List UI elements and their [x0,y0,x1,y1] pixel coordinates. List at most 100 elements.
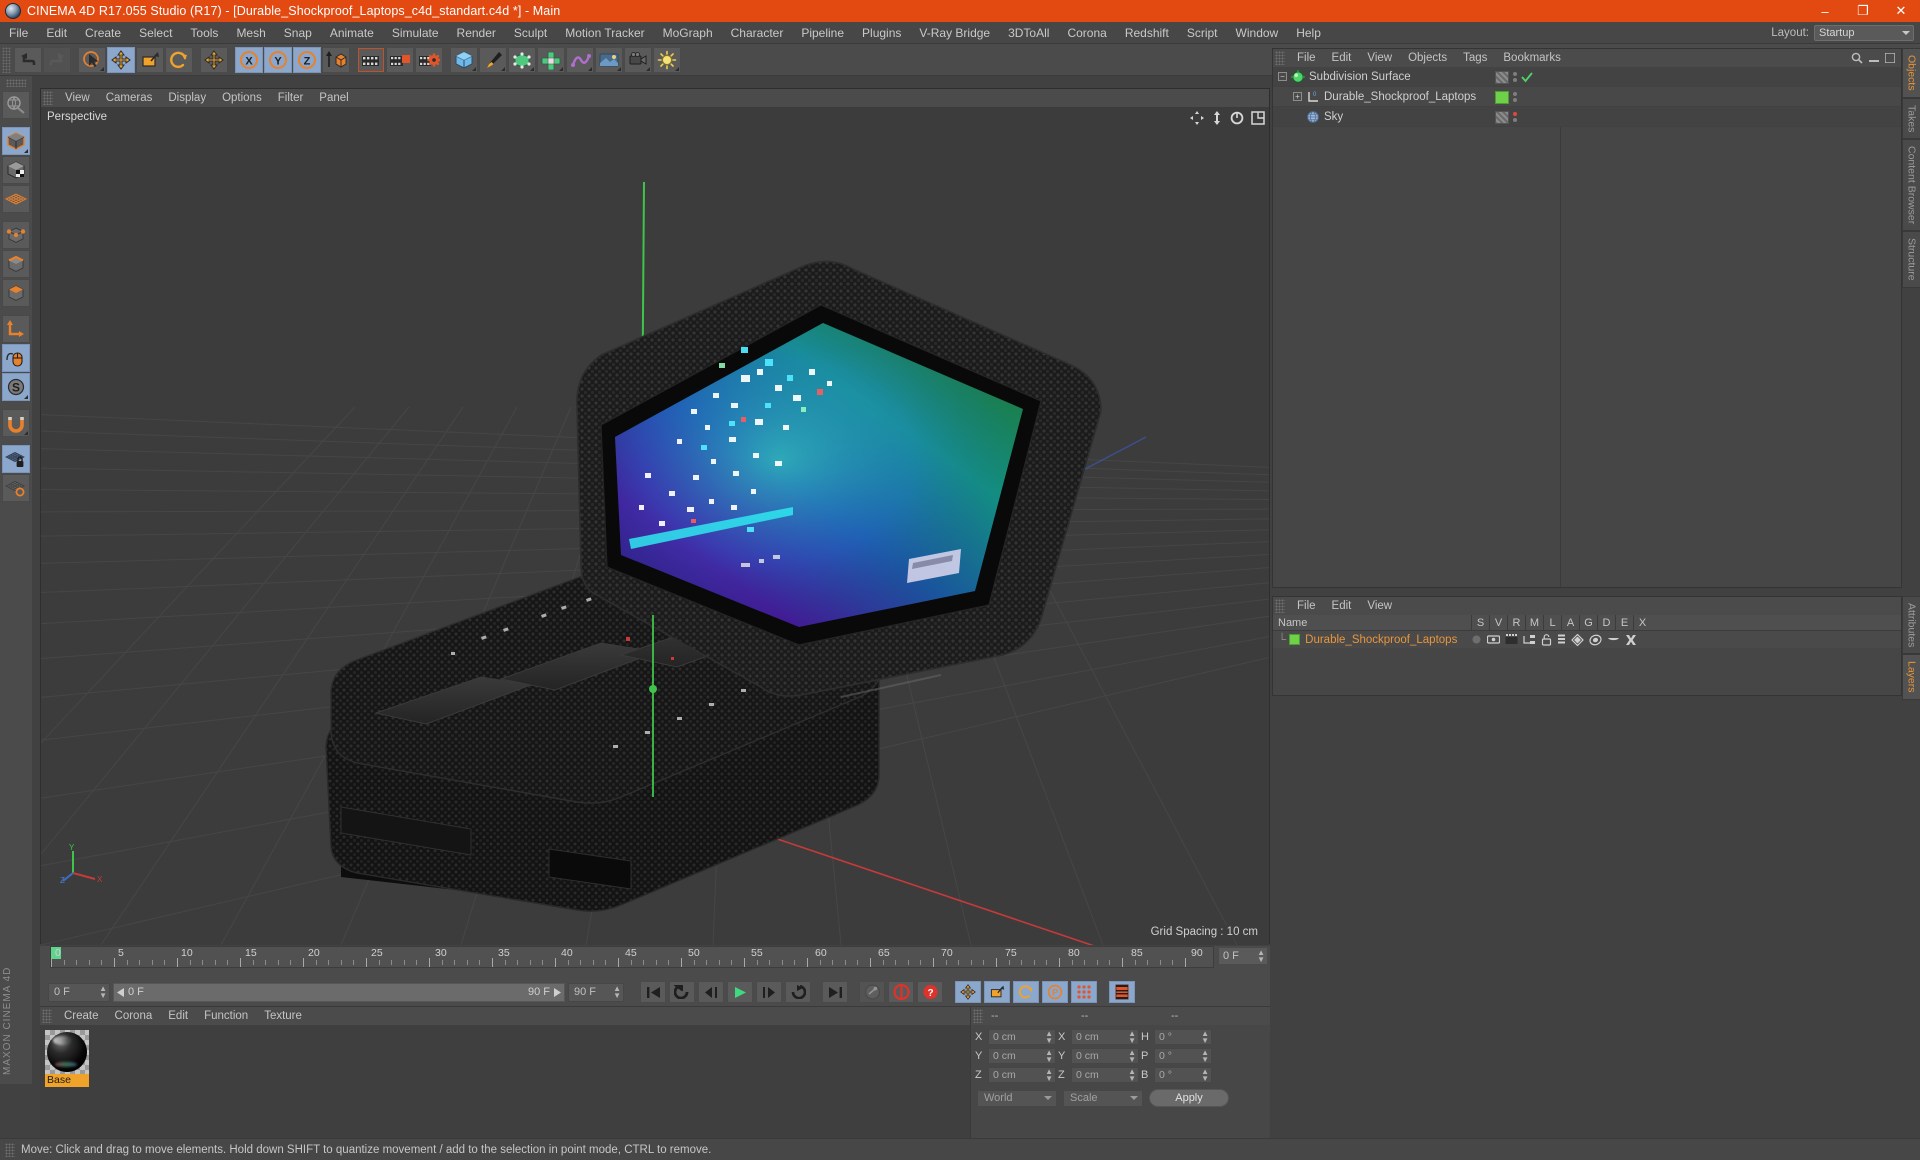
points-mode-button[interactable] [2,221,30,249]
menu-corona[interactable]: Corona [1058,22,1115,44]
spinner-icon[interactable]: ▲ ▼ [1128,1030,1136,1045]
coord-rot-p-input[interactable]: 0 ° ▲ ▼ [1154,1048,1212,1064]
object-manager-tree[interactable]: − Subdivision Surface + 0 Durable_Shockp… [1273,67,1901,587]
menu-sculpt[interactable]: Sculpt [505,22,556,44]
coord-pos-x-input[interactable]: 0 cm ▲ ▼ [988,1029,1056,1045]
lock-workplane-button[interactable] [2,445,30,473]
coord-rot-b-input[interactable]: 0 ° ▲ ▼ [1154,1067,1212,1083]
maximize-panel-icon[interactable] [1885,53,1895,63]
move-tool[interactable] [107,46,135,73]
viewport-menu-panel[interactable]: Panel [311,89,356,107]
spinner-icon[interactable]: ▲ ▼ [1257,949,1265,964]
menu-pipeline[interactable]: Pipeline [792,22,853,44]
coordinate-manager-grip[interactable] [973,1009,983,1023]
live-selection-tool[interactable] [78,46,106,73]
point-level-animation-button[interactable] [1071,981,1097,1003]
menu-plugins[interactable]: Plugins [853,22,910,44]
menu-snap[interactable]: Snap [275,22,321,44]
current-frame-field[interactable]: 0 F ▲ ▼ [48,982,110,1002]
visibility-dots[interactable] [1513,112,1517,122]
parameter-key-button[interactable]: P [1042,981,1068,1003]
menu-motion-tracker[interactable]: Motion Tracker [556,22,653,44]
menu-3dtoall[interactable]: 3DToAll [999,22,1058,44]
viewport-menu-options[interactable]: Options [214,89,270,107]
menu-mograph[interactable]: MoGraph [654,22,722,44]
menu-edit[interactable]: Edit [37,22,76,44]
menu-file[interactable]: File [0,22,37,44]
redo-button[interactable] [43,46,71,73]
material-item[interactable]: Base [45,1030,89,1087]
menu-script[interactable]: Script [1178,22,1227,44]
lock-z-axis-button[interactable]: Z [293,46,321,73]
menu-create[interactable]: Create [76,22,130,44]
object-menu-bookmarks[interactable]: Bookmarks [1495,49,1569,67]
viewport-3d-canvas[interactable]: Perspective Y X Z Grid Spacing: 10 cm [41,107,1269,945]
tab-takes[interactable]: Takes [1902,97,1920,140]
keyframe-selection-button[interactable]: ? [917,981,943,1003]
menu-mesh[interactable]: Mesh [227,22,274,44]
coord-pos-y-input[interactable]: 0 cm ▲ ▼ [988,1048,1056,1064]
search-icon[interactable] [1851,52,1863,64]
animation-icon[interactable] [1557,634,1566,646]
undo-button[interactable] [14,46,42,73]
viewport-menu-display[interactable]: Display [160,89,214,107]
coord-rot-h-input[interactable]: 0 ° ▲ ▼ [1154,1029,1212,1045]
solo-icon[interactable] [1471,634,1482,645]
scale-key-button[interactable] [984,981,1010,1003]
object-menu-edit[interactable]: Edit [1324,49,1360,67]
lock-y-axis-button[interactable]: Y [264,46,292,73]
rotate-tool[interactable] [165,46,193,73]
spinner-icon[interactable]: ▲ ▼ [1128,1049,1136,1064]
preview-range-slider[interactable]: 0 F 90 F [113,982,565,1002]
menu-simulate[interactable]: Simulate [383,22,448,44]
coord-size-x-input[interactable]: 0 cm ▲ ▼ [1071,1029,1139,1045]
object-menu-file[interactable]: File [1289,49,1324,67]
tab-structure[interactable]: Structure [1902,231,1920,288]
spinner-icon[interactable]: ▲ ▼ [613,985,621,1000]
go-to-next-key-button[interactable] [785,981,811,1003]
menu-select[interactable]: Select [130,22,181,44]
spinner-icon[interactable]: ▲ ▼ [1201,1049,1209,1064]
workplane-button[interactable] [2,474,30,502]
object-layer-color-tag[interactable] [1495,90,1509,104]
menu-window[interactable]: Window [1227,22,1288,44]
tab-content-browser[interactable]: Content Browser [1902,139,1920,232]
add-spline-pen-button[interactable] [479,46,507,73]
object-axis-mode-button[interactable] [2,315,30,343]
toolbar-grip[interactable] [2,46,11,73]
panel-layout-icon[interactable] [1251,111,1265,125]
menu-animate[interactable]: Animate [321,22,383,44]
menu-redshift[interactable]: Redshift [1116,22,1178,44]
render-icon[interactable] [1505,634,1518,645]
coordinate-mode-dropdown[interactable]: Scale [1063,1089,1143,1107]
layer-menu-view[interactable]: View [1359,597,1400,615]
manager-icon[interactable] [1523,634,1536,645]
menu-render[interactable]: Render [448,22,505,44]
tab-layers[interactable]: Layers [1902,654,1920,700]
record-active-objects-button[interactable] [859,981,885,1003]
object-row-sky[interactable]: Sky [1273,107,1901,127]
spinner-icon[interactable]: ▲ ▼ [99,985,107,1000]
timeline-end-frame-field[interactable]: 0 F ▲ ▼ [1218,947,1268,965]
add-light-button[interactable] [653,46,681,73]
minimize-panel-icon[interactable] [1869,53,1879,63]
lock-icon[interactable] [1541,633,1552,646]
material-menu-function[interactable]: Function [196,1007,256,1025]
object-tag-icon[interactable] [1495,110,1509,124]
expand-collapse-icon[interactable]: + [1293,92,1302,101]
viewport-menu-view[interactable]: View [57,89,98,107]
menu-help[interactable]: Help [1287,22,1330,44]
move-axis-tool[interactable] [200,46,228,73]
minimize-button[interactable]: – [1806,0,1844,22]
material-menu-edit[interactable]: Edit [160,1007,196,1025]
render-view-button[interactable] [357,46,385,73]
material-menu-corona[interactable]: Corona [107,1007,161,1025]
material-manager-grip[interactable] [42,1009,52,1023]
timeline-button[interactable] [1109,981,1135,1003]
add-camera-button[interactable] [624,46,652,73]
tab-objects[interactable]: Objects [1902,48,1920,98]
viewport-menu-grip[interactable] [43,91,53,105]
object-row-subdivision-surface[interactable]: − Subdivision Surface [1273,67,1901,87]
menu-vray-bridge[interactable]: V-Ray Bridge [910,22,999,44]
polygons-mode-button[interactable] [2,279,30,307]
